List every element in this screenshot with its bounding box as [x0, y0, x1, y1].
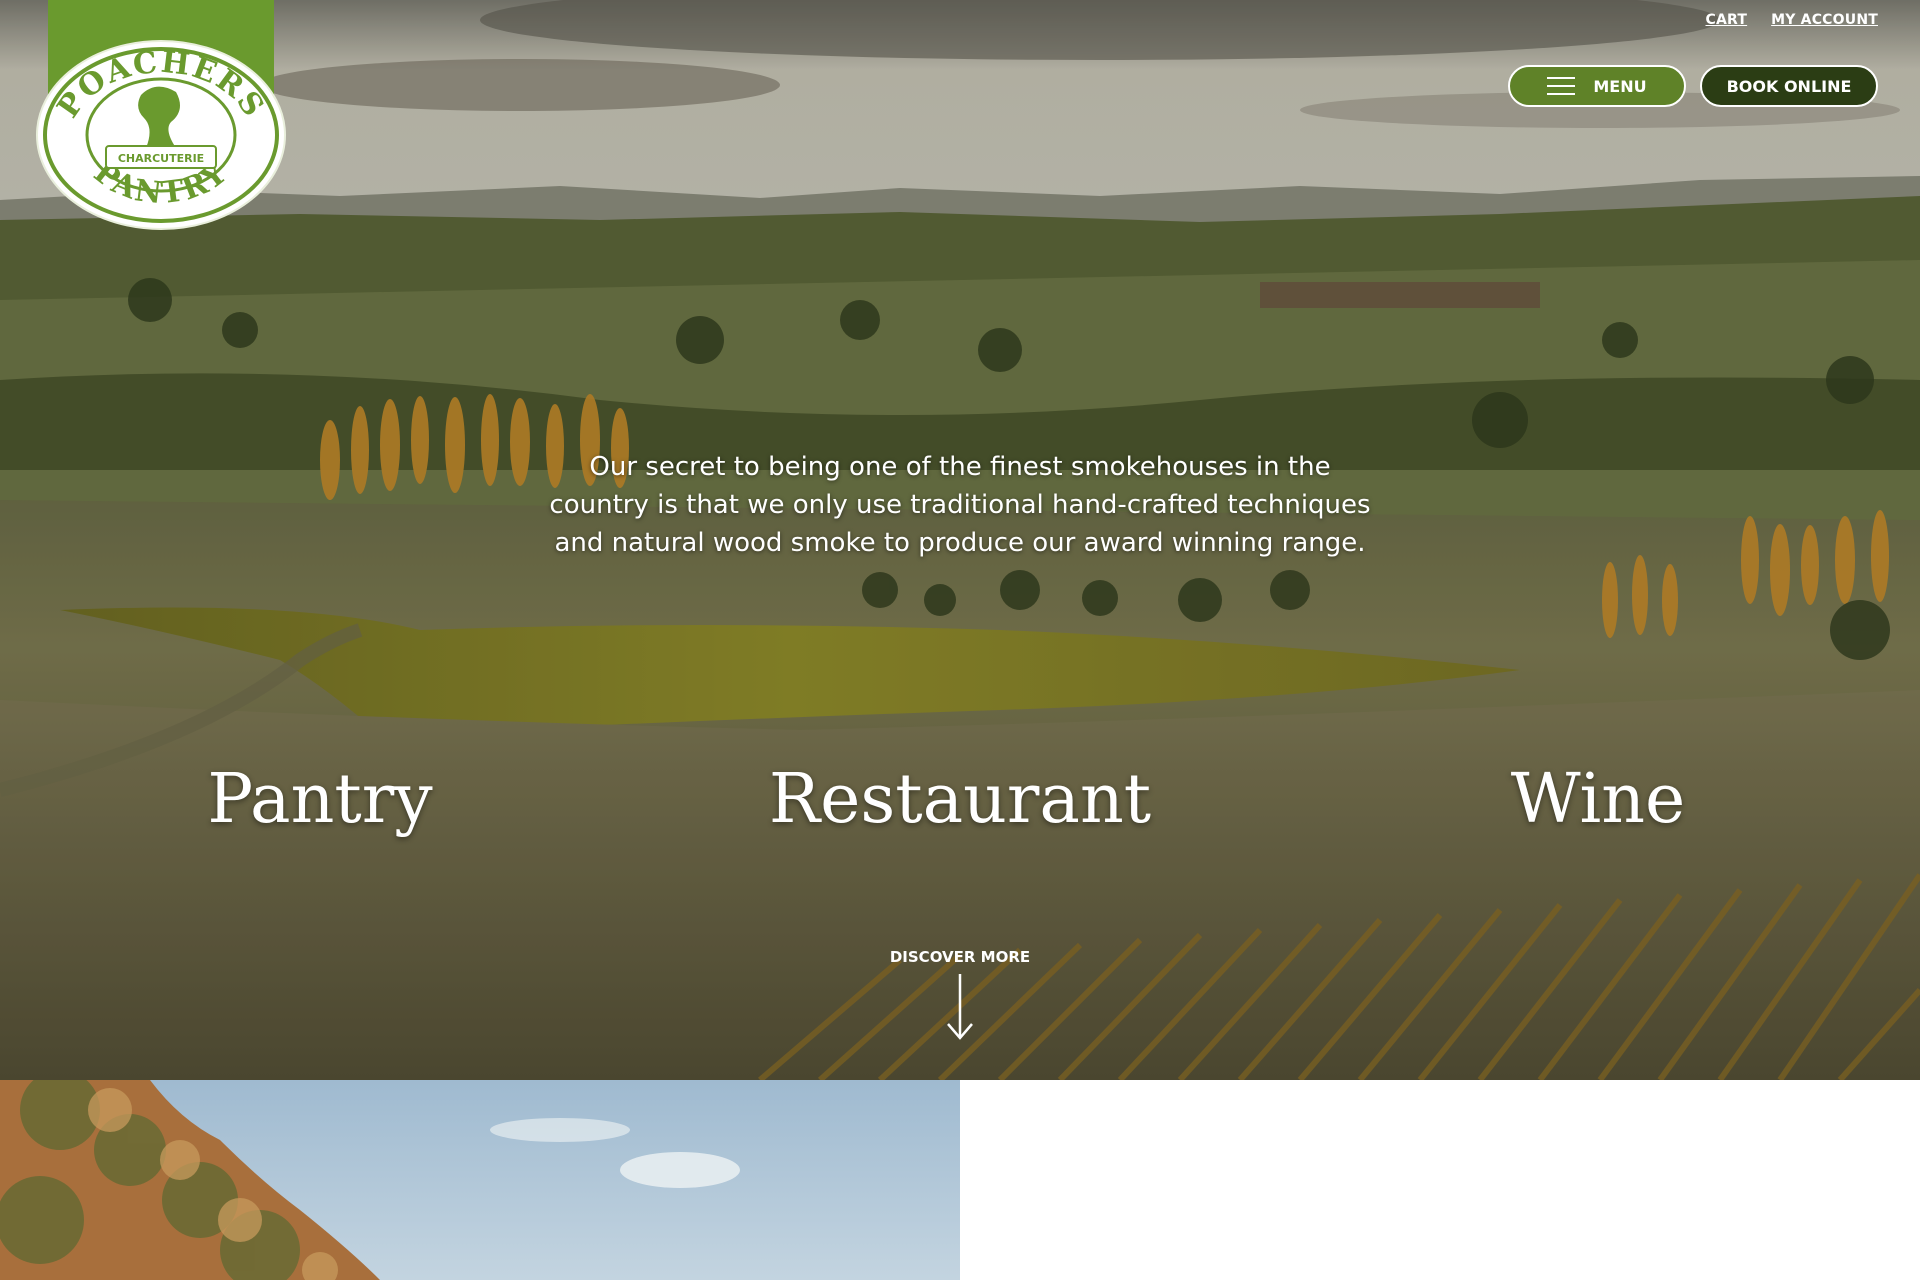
discover-more-link[interactable]: DISCOVER MORE — [860, 948, 1060, 1042]
logo-ribbon-text: CHARCUTERIE — [118, 152, 204, 165]
trees-sky-image — [0, 1080, 960, 1280]
tagline-line: Our secret to being one of the finest sm… — [589, 452, 1331, 482]
poachers-pantry-logo[interactable]: POACHERS PANTRY CHARCUTERIE — [36, 0, 286, 232]
menu-button[interactable]: MENU — [1508, 65, 1686, 107]
hero-tagline: Our secret to being one of the finest sm… — [520, 448, 1400, 562]
hamburger-icon — [1547, 77, 1576, 95]
cart-link[interactable]: CART — [1706, 12, 1748, 28]
tagline-line: country is that we only use traditional … — [549, 490, 1371, 520]
section-link-wine[interactable]: Wine — [1318, 760, 1878, 840]
tagline-line: and natural wood smoke to produce our aw… — [554, 528, 1366, 558]
section-link-restaurant[interactable]: Restaurant — [680, 760, 1240, 840]
book-online-button[interactable]: BOOK ONLINE — [1700, 65, 1878, 107]
feature-photo — [0, 1080, 960, 1280]
discover-more-label: DISCOVER MORE — [889, 948, 1031, 966]
section-link-pantry[interactable]: Pantry — [40, 760, 600, 840]
feature-content-panel — [960, 1080, 1920, 1280]
arrow-down-icon — [947, 974, 973, 1040]
top-links: CART MY ACCOUNT — [1706, 12, 1879, 28]
menu-button-label: MENU — [1593, 76, 1647, 96]
hero-banner: CART MY ACCOUNT MENU BOOK ONLINE POACHER… — [0, 0, 1920, 1080]
book-online-label: BOOK ONLINE — [1726, 76, 1852, 96]
my-account-link[interactable]: MY ACCOUNT — [1771, 12, 1878, 28]
